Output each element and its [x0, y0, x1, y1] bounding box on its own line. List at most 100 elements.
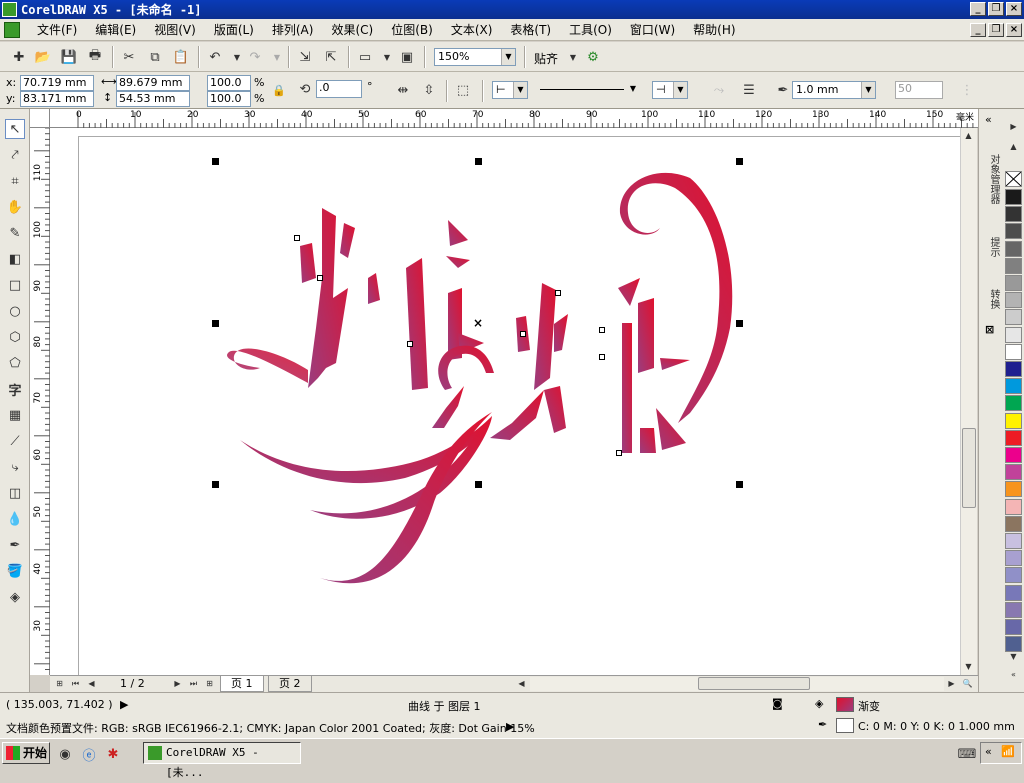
fill-tool-icon[interactable]: 🪣: [5, 561, 25, 581]
vertical-scrollbar[interactable]: ▲ ▼: [960, 128, 977, 675]
curve-node[interactable]: [407, 341, 413, 347]
network-icon[interactable]: 📶: [1001, 745, 1015, 758]
color-swatch[interactable]: [1005, 395, 1022, 412]
color-swatch[interactable]: [1005, 309, 1022, 326]
pan-tool-icon[interactable]: ✋: [5, 197, 25, 217]
rectangle-tool-icon[interactable]: □: [5, 275, 25, 295]
text-tool-icon[interactable]: 字: [5, 379, 25, 399]
scroll-right-icon[interactable]: ▶: [944, 676, 959, 691]
eyedropper-tool-icon[interactable]: 💧: [5, 509, 25, 529]
profile-expand-icon[interactable]: ▶: [506, 720, 514, 733]
selection-handle[interactable]: [475, 481, 482, 488]
selection-handle[interactable]: [736, 320, 743, 327]
scale-y-field[interactable]: 100.0: [207, 91, 251, 107]
cut-icon[interactable]: ✂: [120, 48, 138, 66]
ie-icon[interactable]: ⓔ: [80, 745, 98, 764]
color-swatch[interactable]: [1005, 464, 1022, 481]
ellipse-tool-icon[interactable]: ○: [5, 301, 25, 321]
connector-tool-icon[interactable]: ⤷: [5, 457, 25, 477]
snap-dropdown-icon[interactable]: ▼: [564, 48, 582, 66]
start-arrowhead-select[interactable]: ⊢ ▼: [492, 81, 528, 99]
pick-tool-icon[interactable]: ↖: [5, 119, 25, 139]
color-swatch[interactable]: [1005, 481, 1022, 498]
curve-node[interactable]: [317, 275, 323, 281]
first-page-icon[interactable]: ⏮: [68, 676, 83, 691]
rotation-angle-field[interactable]: .0: [316, 80, 362, 98]
color-swatch[interactable]: [1005, 292, 1022, 309]
crop-tool-icon[interactable]: ⌗: [5, 171, 25, 191]
end-arrowhead-select[interactable]: ⊣ ▼: [652, 81, 688, 99]
outline-tool-icon[interactable]: ✒: [5, 535, 25, 555]
chrome-icon[interactable]: ◉: [56, 745, 74, 763]
menu-file[interactable]: 文件(F): [28, 21, 86, 38]
selection-handle[interactable]: [212, 320, 219, 327]
polygon-tool-icon[interactable]: ⬡: [5, 327, 25, 347]
selection-handle[interactable]: [475, 158, 482, 165]
menu-text[interactable]: 文本(X): [442, 21, 502, 38]
fill-color-swatch[interactable]: [836, 697, 854, 712]
redo-icon[interactable]: ↷: [246, 48, 264, 66]
keyboard-icon[interactable]: ⌨: [958, 745, 977, 763]
line-style-select[interactable]: ▼: [538, 81, 640, 99]
menu-tools[interactable]: 工具(O): [560, 21, 621, 38]
color-swatch[interactable]: [1005, 533, 1022, 549]
selection-handle[interactable]: [736, 158, 743, 165]
color-swatch[interactable]: [1005, 326, 1022, 343]
print-icon[interactable]: 🖶: [86, 48, 104, 66]
menu-effects[interactable]: 效果(C): [322, 21, 382, 38]
color-swatch[interactable]: [1005, 189, 1022, 205]
document-icon[interactable]: [4, 21, 20, 38]
interactive-fill-tool-icon[interactable]: ◈: [5, 587, 25, 607]
palette-menu-icon[interactable]: ▶: [1006, 119, 1021, 134]
curve-node[interactable]: [520, 331, 526, 337]
outline-color-swatch[interactable]: [836, 718, 854, 733]
outline-width-select[interactable]: 1.0 mm ▼: [792, 81, 876, 99]
color-swatch[interactable]: [1005, 378, 1022, 395]
color-swatch[interactable]: [1005, 275, 1022, 291]
copy-icon[interactable]: ⧉: [146, 48, 164, 66]
color-swatch[interactable]: [1005, 567, 1022, 584]
zoom-navigator-icon[interactable]: 🔍: [960, 676, 975, 691]
curve-node[interactable]: [616, 450, 622, 456]
height-field[interactable]: 54.53 mm: [116, 91, 190, 107]
y-position-field[interactable]: 83.171 mm: [20, 91, 94, 107]
palette-scroll-up-icon[interactable]: ▲: [1006, 139, 1021, 154]
open-folder-icon[interactable]: 📂: [34, 48, 52, 66]
selection-handle[interactable]: [736, 481, 743, 488]
wrap-paragraph-icon[interactable]: ☰: [740, 81, 758, 99]
menu-help[interactable]: 帮助(H): [684, 21, 744, 38]
color-swatch[interactable]: [1005, 343, 1022, 360]
add-page-after-icon[interactable]: ⊞: [202, 676, 217, 691]
quicklaunch-app-icon[interactable]: ✱: [104, 745, 122, 763]
scroll-up-icon[interactable]: ▲: [961, 128, 976, 143]
mirror-horizontal-icon[interactable]: ⇹: [394, 81, 412, 99]
selection-handle[interactable]: [212, 481, 219, 488]
color-swatch[interactable]: [1005, 447, 1022, 463]
menu-table[interactable]: 表格(T): [501, 21, 560, 38]
undo-icon[interactable]: ↶: [206, 48, 224, 66]
doc-minimize-button[interactable]: _: [970, 23, 986, 37]
color-swatch[interactable]: [1005, 412, 1022, 429]
curve-node[interactable]: [555, 290, 561, 296]
palette-expand-icon[interactable]: «: [1006, 667, 1021, 682]
lock-ratio-icon[interactable]: 🔒: [270, 81, 288, 99]
curve-node[interactable]: [599, 327, 605, 333]
export-icon[interactable]: ⇱: [322, 48, 340, 66]
color-swatch[interactable]: [1005, 584, 1022, 601]
ruler-origin[interactable]: [30, 109, 50, 128]
doc-restore-button[interactable]: ❐: [988, 23, 1004, 37]
mirror-vertical-icon[interactable]: ⇳: [420, 81, 438, 99]
x-position-field[interactable]: 70.719 mm: [20, 75, 94, 91]
start-button[interactable]: 开始: [2, 742, 50, 764]
bend-angle-field[interactable]: 50: [895, 81, 943, 99]
welcome-screen-icon[interactable]: ▣: [398, 48, 416, 66]
docker-tab-transform[interactable]: 转换: [981, 279, 1001, 319]
last-page-icon[interactable]: ⏭: [186, 676, 201, 691]
color-swatch[interactable]: [1005, 601, 1022, 618]
taskbar-coreldraw-item[interactable]: CorelDRAW X5 - [未...: [143, 742, 301, 779]
page-tab-2[interactable]: 页 2: [268, 676, 312, 692]
color-swatch[interactable]: [1005, 240, 1022, 257]
scroll-left-icon[interactable]: ◀: [514, 676, 529, 691]
next-page-icon[interactable]: ▶: [170, 676, 185, 691]
add-page-before-icon[interactable]: ⊞: [52, 676, 67, 691]
